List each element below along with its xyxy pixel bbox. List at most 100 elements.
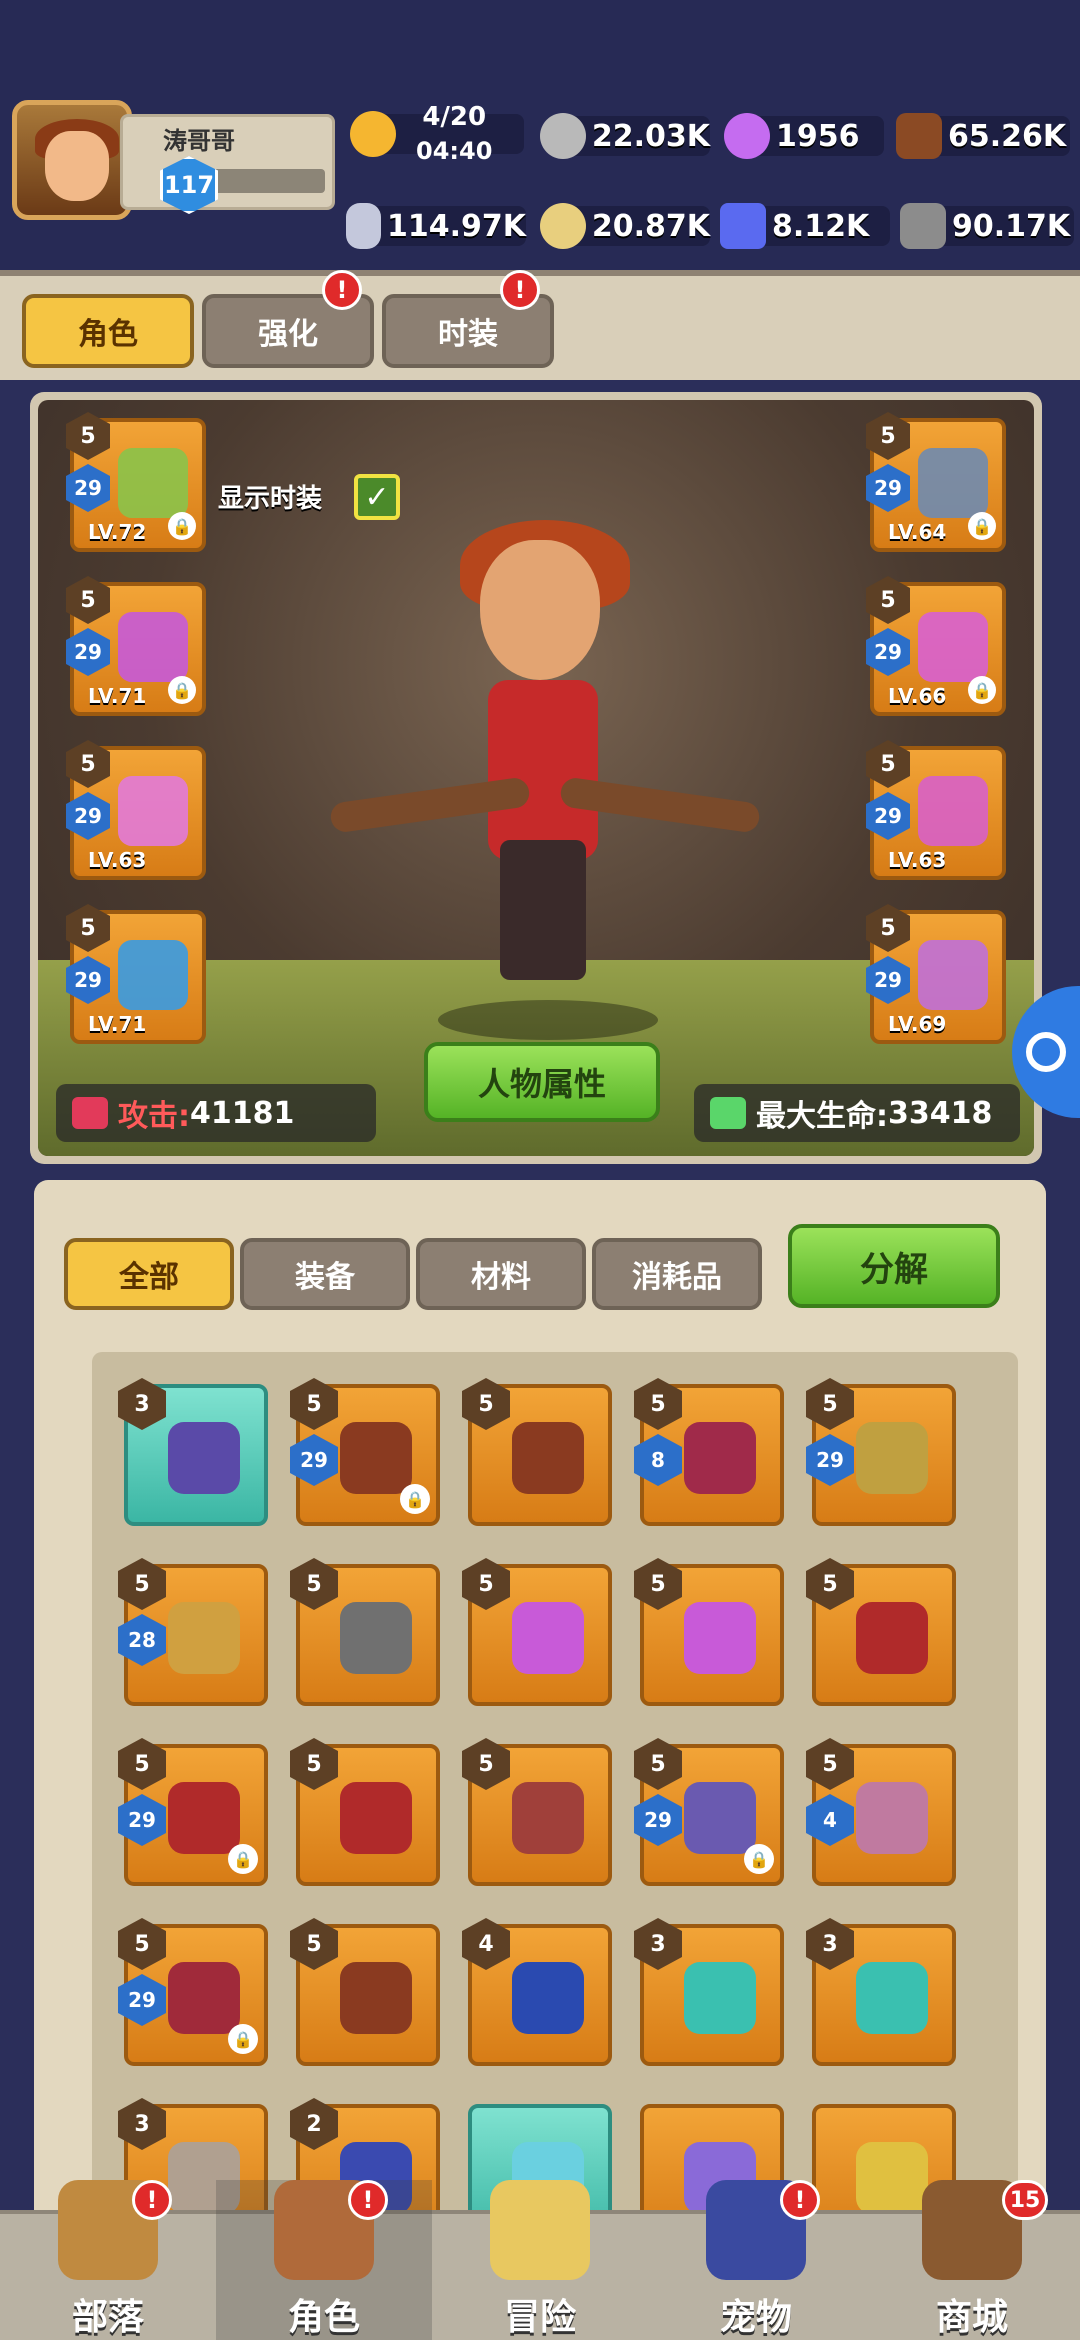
inventory-item[interactable]: 5 — [806, 1558, 956, 1706]
slot-level: LV.66 — [888, 684, 947, 708]
equipped_left-equipment-slot[interactable]: 5 29 LV.71 🔒 — [66, 576, 206, 716]
nav-item[interactable]: 角色! — [216, 2180, 432, 2340]
equipped_right-equipment-slot[interactable]: 5 29 LV.66 🔒 — [866, 576, 1006, 716]
rank-badge: 29 — [806, 1434, 854, 1486]
item-icon — [684, 1962, 756, 2034]
equipped_right-equipment-slot[interactable]: 5 29 LV.69 — [866, 904, 1006, 1044]
inventory-item[interactable]: 4 — [462, 1918, 612, 2066]
equipment-icon — [918, 940, 988, 1010]
bottom-navigation: 部落! 角色! 冒险 宠物! 商城 15 — [0, 2170, 1080, 2340]
rank-badge: 29 — [66, 792, 110, 840]
player-info-box: 涛哥哥 — [120, 114, 335, 210]
main-tab-bar: 角色 强化 ! 时装 ! — [0, 270, 1080, 380]
nav-item[interactable]: 冒险 — [432, 2180, 648, 2340]
equipped_left-equipment-slot[interactable]: 5 29 LV.63 — [66, 740, 206, 880]
inventory-item[interactable]: 5 — [634, 1558, 784, 1706]
inventory-item[interactable]: 3 — [634, 1918, 784, 2066]
item-icon — [512, 1422, 584, 1494]
item-icon — [168, 1602, 240, 1674]
inventory-item[interactable]: 5 29 — [806, 1378, 956, 1526]
inventory-item[interactable]: 5 — [462, 1378, 612, 1526]
player-avatar[interactable] — [12, 100, 132, 220]
nav-item[interactable]: 商城 15 — [864, 2180, 1080, 2340]
gem-value: 1956 — [776, 118, 860, 154]
equipment-icon — [918, 776, 988, 846]
wood-log-icon — [896, 113, 942, 159]
resource-bone[interactable]: 114.97K — [346, 203, 526, 249]
inventory-item[interactable]: 54 — [806, 1738, 956, 1886]
inventory-item[interactable]: 5 29 🔒 — [118, 1918, 268, 2066]
equipped_right-equipment-slot[interactable]: 5 29 LV.64 🔒 — [866, 412, 1006, 552]
inventory-item[interactable]: 5 — [290, 1738, 440, 1886]
item-icon — [168, 1782, 240, 1854]
character-attributes-button[interactable]: 人物属性 — [424, 1042, 660, 1122]
nav-label: 商城 — [935, 2297, 1008, 2338]
attack-value: 41181 — [190, 1095, 295, 1131]
bone-icon — [346, 203, 381, 249]
resource-silver[interactable]: 22.03K — [540, 113, 710, 159]
decompose-button[interactable]: 分解 — [788, 1224, 1000, 1308]
nav-label: 部落 — [71, 2297, 144, 2338]
inventory-tab-all[interactable]: 全部 — [64, 1238, 234, 1310]
top-bar: 涛哥哥 117 4/20 04:40 22.03K 1956 65.26K 11… — [0, 0, 1080, 270]
lock-icon: 🔒 — [228, 2024, 258, 2054]
item-icon — [512, 1782, 584, 1854]
attack-stat: 攻击: 41181 — [56, 1084, 376, 1142]
inventory-tab-equipment[interactable]: 装备 — [240, 1238, 410, 1310]
resource-egg[interactable]: 20.87K — [540, 203, 710, 249]
inventory-item[interactable]: 3 — [806, 1918, 956, 2066]
inventory-item[interactable]: 58 — [634, 1378, 784, 1526]
inventory-item[interactable]: 5 — [462, 1558, 612, 1706]
inventory-item[interactable]: 5 — [290, 1918, 440, 2066]
crystal-value: 8.12K — [772, 208, 870, 244]
equipped_left-equipment-slot[interactable]: 5 29 LV.71 — [66, 904, 206, 1044]
nav-item[interactable]: 部落! — [0, 2180, 216, 2340]
rank-badge: 4 — [806, 1794, 854, 1846]
lock-icon: 🔒 — [228, 1844, 258, 1874]
inventory-tab-consumables[interactable]: 消耗品 — [592, 1238, 762, 1310]
rank-badge: 29 — [866, 464, 910, 512]
inventory-item[interactable]: 5 — [462, 1738, 612, 1886]
inventory-tab-materials[interactable]: 材料 — [416, 1238, 586, 1310]
item-icon — [856, 1962, 928, 2034]
rank-badge: 29 — [866, 956, 910, 1004]
inventory-item[interactable]: 5 — [290, 1558, 440, 1706]
rank-badge: 29 — [118, 1974, 166, 2026]
lock-icon: 🔒 — [968, 512, 996, 540]
lock-icon: 🔒 — [168, 676, 196, 704]
resource-gem[interactable]: 1956 — [724, 113, 884, 159]
nav-label: 宠物 — [719, 2297, 792, 2338]
purple-orb-icon — [724, 113, 770, 159]
nav-item[interactable]: 宠物! — [648, 2180, 864, 2340]
lock-icon: 🔒 — [968, 676, 996, 704]
resource-ore[interactable]: 90.17K — [900, 203, 1076, 249]
item-icon — [684, 1602, 756, 1674]
lock-icon: 🔒 — [400, 1484, 430, 1514]
silver-value: 22.03K — [591, 118, 710, 154]
inventory-item[interactable]: 5 29 🔒 — [634, 1738, 784, 1886]
item-icon — [512, 1962, 584, 2034]
inventory-item[interactable]: 5 28 — [118, 1558, 268, 1706]
inventory-item[interactable]: 3 — [118, 1378, 268, 1526]
rank-badge: 29 — [634, 1794, 682, 1846]
resource-wood[interactable]: 65.26K — [896, 113, 1076, 159]
tab-character[interactable]: 角色 — [22, 294, 194, 368]
equipped_right-equipment-slot[interactable]: 5 29 LV.63 — [866, 740, 1006, 880]
treasure-map-icon — [490, 2180, 590, 2280]
hero-legs — [500, 840, 586, 980]
slot-level: LV.72 — [88, 520, 147, 544]
show-costume-checkbox[interactable]: ✓ — [354, 474, 400, 520]
item-icon — [340, 1422, 412, 1494]
item-icon — [856, 1422, 928, 1494]
inventory-item[interactable]: 5 29 🔒 — [290, 1378, 440, 1526]
equipped_left-equipment-slot[interactable]: 5 29 LV.72 🔒 — [66, 412, 206, 552]
resource-energy[interactable]: 4/20 04:40 — [350, 102, 530, 165]
max-hp-value: 33418 — [888, 1095, 993, 1131]
rank-badge: 8 — [634, 1434, 682, 1486]
item-icon — [856, 1782, 928, 1854]
hero-shadow — [438, 1000, 658, 1040]
rank-badge: 29 — [66, 628, 110, 676]
costume-alert-icon: ! — [500, 270, 540, 310]
resource-crystal[interactable]: 8.12K — [720, 203, 890, 249]
inventory-item[interactable]: 5 29 🔒 — [118, 1738, 268, 1886]
